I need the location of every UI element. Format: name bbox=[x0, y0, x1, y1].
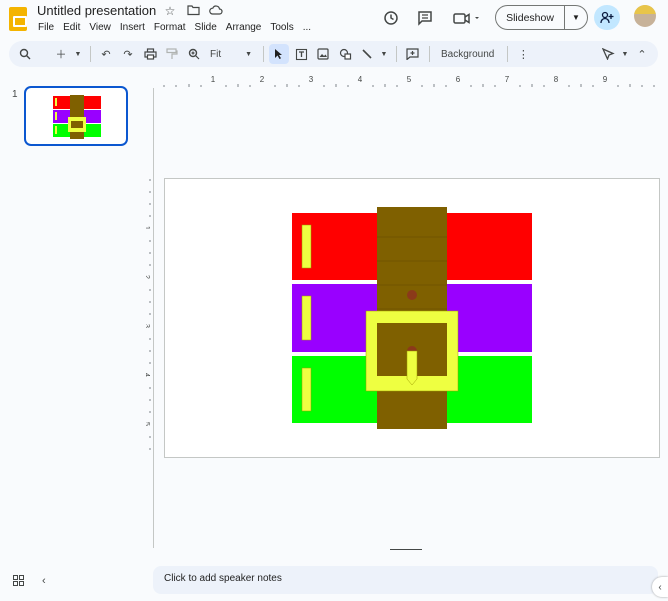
ruler-label: 5 bbox=[407, 75, 412, 84]
buckle-prong bbox=[406, 350, 418, 386]
chevron-down-icon: ▼ bbox=[245, 50, 252, 58]
undo-icon[interactable]: ↶ bbox=[96, 44, 116, 64]
ruler-label: 2 bbox=[146, 275, 150, 279]
yellow-tab-green[interactable] bbox=[301, 367, 312, 412]
vertical-ruler[interactable]: 1 2 3 4 5 bbox=[143, 178, 156, 458]
ruler-label: 7 bbox=[505, 75, 510, 84]
ruler-label: 4 bbox=[358, 75, 363, 84]
yellow-tab-purple[interactable] bbox=[301, 295, 312, 341]
toolbar-divider bbox=[90, 46, 91, 62]
avatar[interactable] bbox=[634, 5, 656, 27]
toolbar-divider bbox=[263, 46, 264, 62]
title-icons: ☆ bbox=[163, 4, 223, 18]
line-icon[interactable] bbox=[357, 44, 377, 64]
new-slide-dropdown-icon[interactable]: ▼ bbox=[73, 44, 83, 64]
toolbar-divider bbox=[396, 46, 397, 62]
ruler-label: 6 bbox=[456, 75, 461, 84]
slide-number: 1 bbox=[12, 89, 18, 100]
menu-arrange[interactable]: Arrange bbox=[226, 22, 262, 33]
toolbar-divider bbox=[429, 46, 430, 62]
speaker-notes[interactable]: Click to add speaker notes bbox=[153, 566, 658, 594]
toolbar-divider bbox=[42, 46, 46, 62]
cloud-status-icon[interactable] bbox=[209, 4, 223, 18]
slide-thumbnail-image bbox=[53, 95, 101, 139]
ruler-label: 8 bbox=[554, 75, 559, 84]
side-panel-toggle-icon[interactable]: ‹ bbox=[652, 577, 668, 597]
slideshow-label[interactable]: Slideshow bbox=[496, 6, 565, 29]
ruler-label: 1 bbox=[146, 226, 150, 230]
horizontal-ruler[interactable]: 1 2 3 4 5 6 7 8 9 bbox=[160, 74, 660, 88]
app-header: Untitled presentation ☆ File Edit View I… bbox=[0, 0, 668, 38]
menu-bar: File Edit View Insert Format Slide Arran… bbox=[38, 22, 320, 33]
slide-drawing bbox=[292, 207, 532, 429]
search-menus-icon[interactable] bbox=[15, 44, 35, 64]
star-icon[interactable]: ☆ bbox=[163, 4, 177, 18]
pen-mode-icon[interactable] bbox=[598, 44, 618, 64]
move-folder-icon[interactable] bbox=[186, 4, 200, 18]
toolbar: ＋ ▼ ↶ ↷ Fit ▼ ▼ Background ⋮ ▼ ⌃ bbox=[9, 41, 658, 67]
share-icon[interactable] bbox=[594, 5, 620, 30]
document-title[interactable]: Untitled presentation bbox=[37, 3, 156, 18]
menu-tools[interactable]: Tools bbox=[270, 22, 293, 33]
menu-more[interactable]: ... bbox=[303, 22, 311, 33]
horizontal-ruler-ticks: 1 2 3 4 5 6 7 8 9 bbox=[163, 75, 655, 87]
menu-insert[interactable]: Insert bbox=[120, 22, 145, 33]
slide-canvas[interactable] bbox=[164, 178, 660, 458]
slideshow-dropdown-icon[interactable]: ▼ bbox=[565, 6, 587, 29]
history-icon[interactable] bbox=[381, 5, 401, 31]
collapse-filmstrip-icon[interactable]: ‹ bbox=[42, 575, 46, 589]
menu-edit[interactable]: Edit bbox=[63, 22, 80, 33]
text-box-icon[interactable] bbox=[291, 44, 311, 64]
paint-format-icon[interactable] bbox=[162, 44, 182, 64]
add-comment-icon[interactable] bbox=[402, 44, 422, 64]
menu-file[interactable]: File bbox=[38, 22, 54, 33]
toolbar-divider bbox=[507, 46, 509, 62]
zoom-icon[interactable] bbox=[184, 44, 204, 64]
zoom-value: Fit bbox=[210, 48, 222, 60]
bottom-controls: ‹ bbox=[13, 575, 46, 589]
select-tool-icon[interactable] bbox=[269, 44, 289, 64]
ruler-label: 9 bbox=[603, 75, 608, 84]
ruler-label: 1 bbox=[211, 75, 216, 84]
slideshow-button[interactable]: Slideshow ▼ bbox=[495, 5, 588, 30]
menu-format[interactable]: Format bbox=[154, 22, 186, 33]
menu-slide[interactable]: Slide bbox=[195, 22, 217, 33]
ruler-label: 3 bbox=[146, 324, 150, 328]
vertical-ruler-ticks: 1 2 3 4 5 bbox=[143, 179, 151, 450]
yellow-tab-red[interactable] bbox=[301, 224, 312, 269]
ruler-label: 4 bbox=[146, 373, 150, 377]
notes-resize-handle[interactable] bbox=[390, 549, 422, 550]
meet-icon[interactable] bbox=[451, 5, 483, 31]
ruler-label: 3 bbox=[309, 75, 314, 84]
ruler-label: 2 bbox=[260, 75, 265, 84]
image-icon[interactable] bbox=[313, 44, 333, 64]
background-button[interactable]: Background bbox=[435, 44, 500, 64]
slides-logo-icon[interactable] bbox=[9, 7, 27, 31]
ruler-label: 5 bbox=[146, 422, 150, 426]
zoom-select[interactable]: Fit ▼ bbox=[206, 44, 256, 64]
more-options-icon[interactable]: ⋮ bbox=[513, 44, 533, 64]
shape-icon[interactable] bbox=[335, 44, 355, 64]
line-dropdown-icon[interactable]: ▼ bbox=[379, 44, 389, 64]
menu-view[interactable]: View bbox=[89, 22, 111, 33]
print-icon[interactable] bbox=[140, 44, 160, 64]
pen-mode-dropdown-icon[interactable]: ▼ bbox=[620, 44, 630, 64]
comments-icon[interactable] bbox=[415, 5, 435, 31]
belt-hole bbox=[407, 290, 417, 300]
new-slide-icon[interactable]: ＋ bbox=[51, 44, 71, 64]
redo-icon[interactable]: ↷ bbox=[118, 44, 138, 64]
slide-thumbnail[interactable] bbox=[24, 86, 128, 146]
collapse-toolbar-icon[interactable]: ⌃ bbox=[632, 44, 652, 64]
grid-view-icon[interactable] bbox=[13, 575, 24, 589]
